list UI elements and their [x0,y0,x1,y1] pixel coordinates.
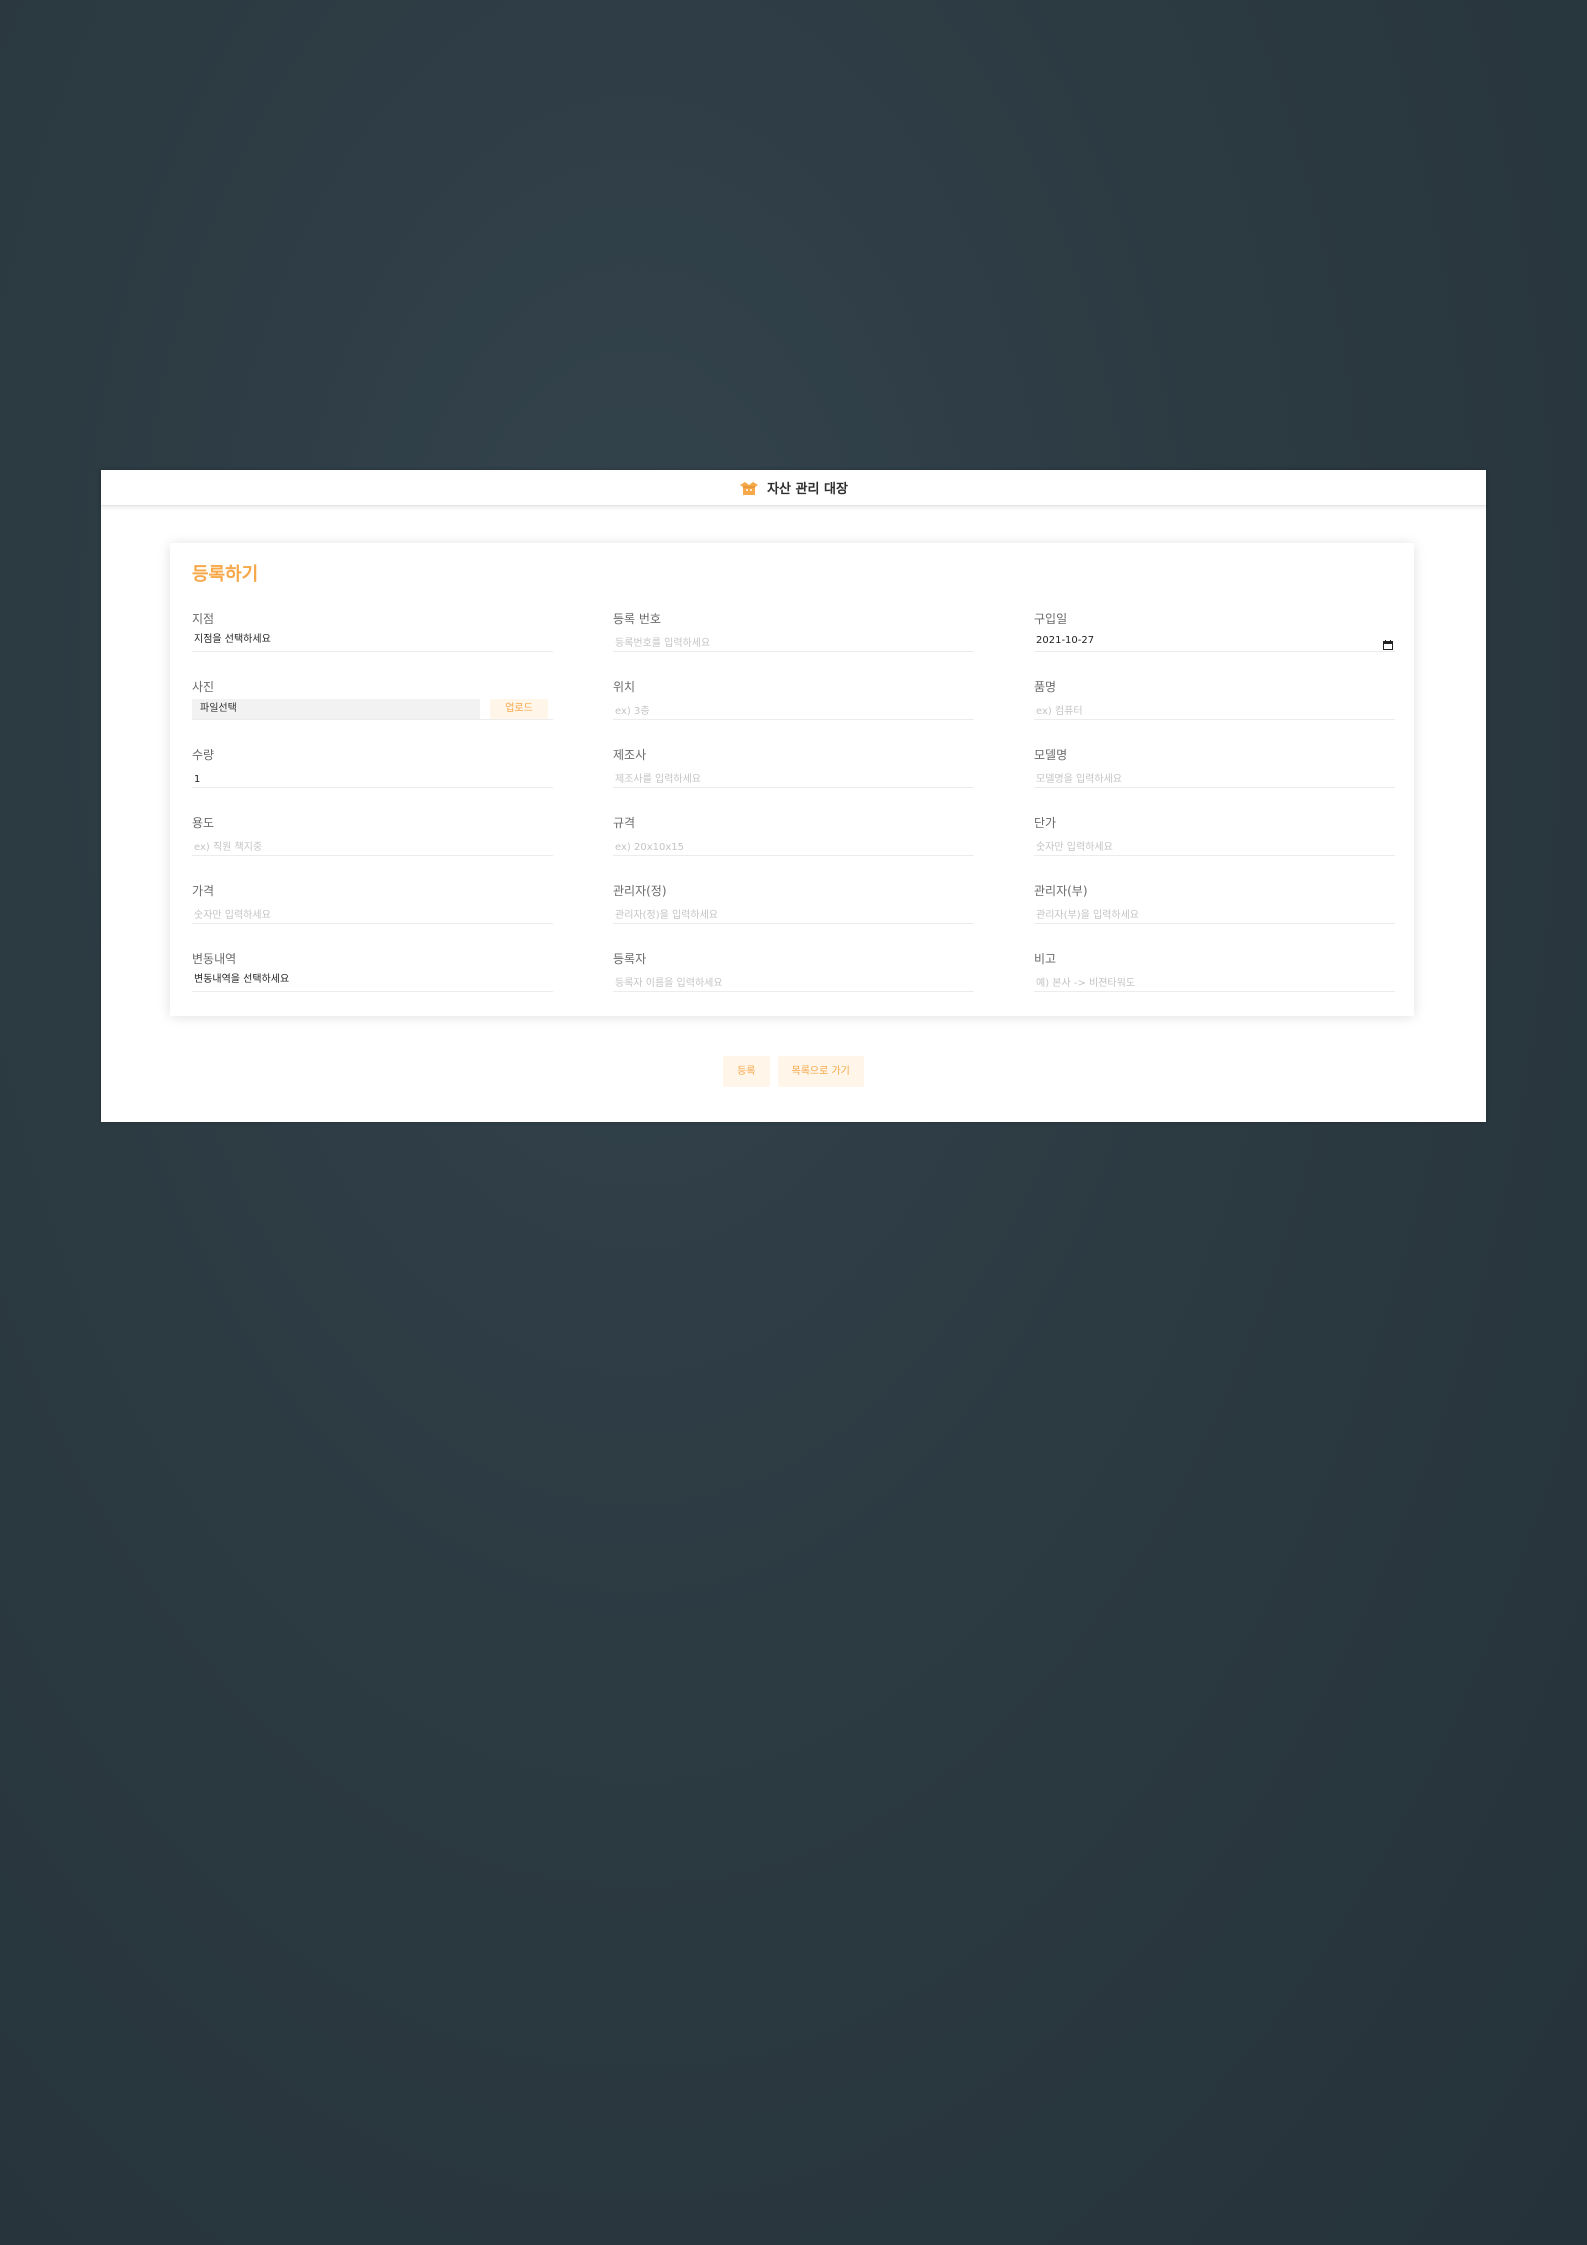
registrant-input[interactable] [613,974,974,993]
app-title: 자산 관리 대장 [767,482,848,497]
photo-label: 사진 [192,680,215,694]
registration-form: 등록하기 지점 지점을 선택하세요 등록 번호 구입일 2021-10-27 [170,543,1414,1016]
field-maker: 제조사 [613,747,974,789]
change-history-select[interactable]: 변동내역을 선택하세요 [192,971,553,989]
reg-no-input[interactable] [613,634,974,653]
spec-label: 규격 [613,816,636,830]
branch-label: 지점 [192,612,215,626]
purchase-date-value: 2021-10-27 [1036,634,1095,646]
field-usage: 용도 [192,815,553,857]
app-window: 자산 관리 대장 등록하기 지점 지점을 선택하세요 등록 번호 구입일 202… [101,470,1486,1122]
unit-price-label: 단가 [1034,816,1057,830]
field-reg-no: 등록 번호 [613,611,974,653]
branch-select[interactable]: 지점을 선택하세요 [192,631,553,649]
quantity-input[interactable] [192,770,553,789]
field-note: 비고 [1034,951,1395,993]
purchase-date-input[interactable]: 2021-10-27 [1034,631,1395,650]
price-label: 가격 [192,884,215,898]
location-label: 위치 [613,680,636,694]
calendar-icon[interactable] [1383,635,1393,650]
manager-sub-input[interactable] [1034,906,1395,925]
item-name-input[interactable] [1034,702,1395,721]
submit-button[interactable]: 등록 [723,1056,770,1087]
manager-sub-label: 관리자(부) [1034,884,1088,898]
field-purchase-date: 구입일 2021-10-27 [1034,611,1395,652]
usage-input[interactable] [192,838,553,857]
field-item-name: 품명 [1034,679,1395,721]
box-icon [739,481,759,495]
file-select-input[interactable]: 파일선택 [192,699,480,719]
note-label: 비고 [1034,952,1057,966]
field-model: 모델명 [1034,747,1395,789]
action-buttons: 등록 목록으로 가기 [101,1056,1486,1087]
field-spec: 규격 [613,815,974,857]
field-branch: 지점 지점을 선택하세요 [192,611,553,652]
back-to-list-button[interactable]: 목록으로 가기 [777,1056,864,1087]
item-name-label: 품명 [1034,680,1057,694]
form-grid: 지점 지점을 선택하세요 등록 번호 구입일 2021-10-27 [192,611,1395,993]
field-manager-sub: 관리자(부) [1034,883,1395,925]
price-input[interactable] [192,906,553,925]
field-change-history: 변동내역 변동내역을 선택하세요 [192,951,553,992]
reg-no-label: 등록 번호 [613,612,661,626]
location-input[interactable] [613,702,974,721]
unit-price-input[interactable] [1034,838,1395,857]
photo-row: 파일선택 업로드 [192,699,553,719]
form-title: 등록하기 [192,564,259,585]
upload-button[interactable]: 업로드 [490,699,548,719]
maker-label: 제조사 [613,748,647,762]
spec-input[interactable] [613,838,974,857]
app-header: 자산 관리 대장 [101,470,1486,506]
registrant-label: 등록자 [613,952,647,966]
quantity-label: 수량 [192,748,215,762]
maker-input[interactable] [613,770,974,789]
note-input[interactable] [1034,974,1395,993]
manager-main-input[interactable] [613,906,974,925]
field-unit-price: 단가 [1034,815,1395,857]
manager-main-label: 관리자(정) [613,884,667,898]
field-photo: 사진 파일선택 업로드 [192,679,553,720]
change-history-label: 변동내역 [192,952,237,966]
field-price: 가격 [192,883,553,925]
field-manager-main: 관리자(정) [613,883,974,925]
model-label: 모델명 [1034,748,1068,762]
field-quantity: 수량 [192,747,553,789]
usage-label: 용도 [192,816,215,830]
model-input[interactable] [1034,770,1395,789]
field-location: 위치 [613,679,974,721]
purchase-date-label: 구입일 [1034,612,1068,626]
field-registrant: 등록자 [613,951,974,993]
